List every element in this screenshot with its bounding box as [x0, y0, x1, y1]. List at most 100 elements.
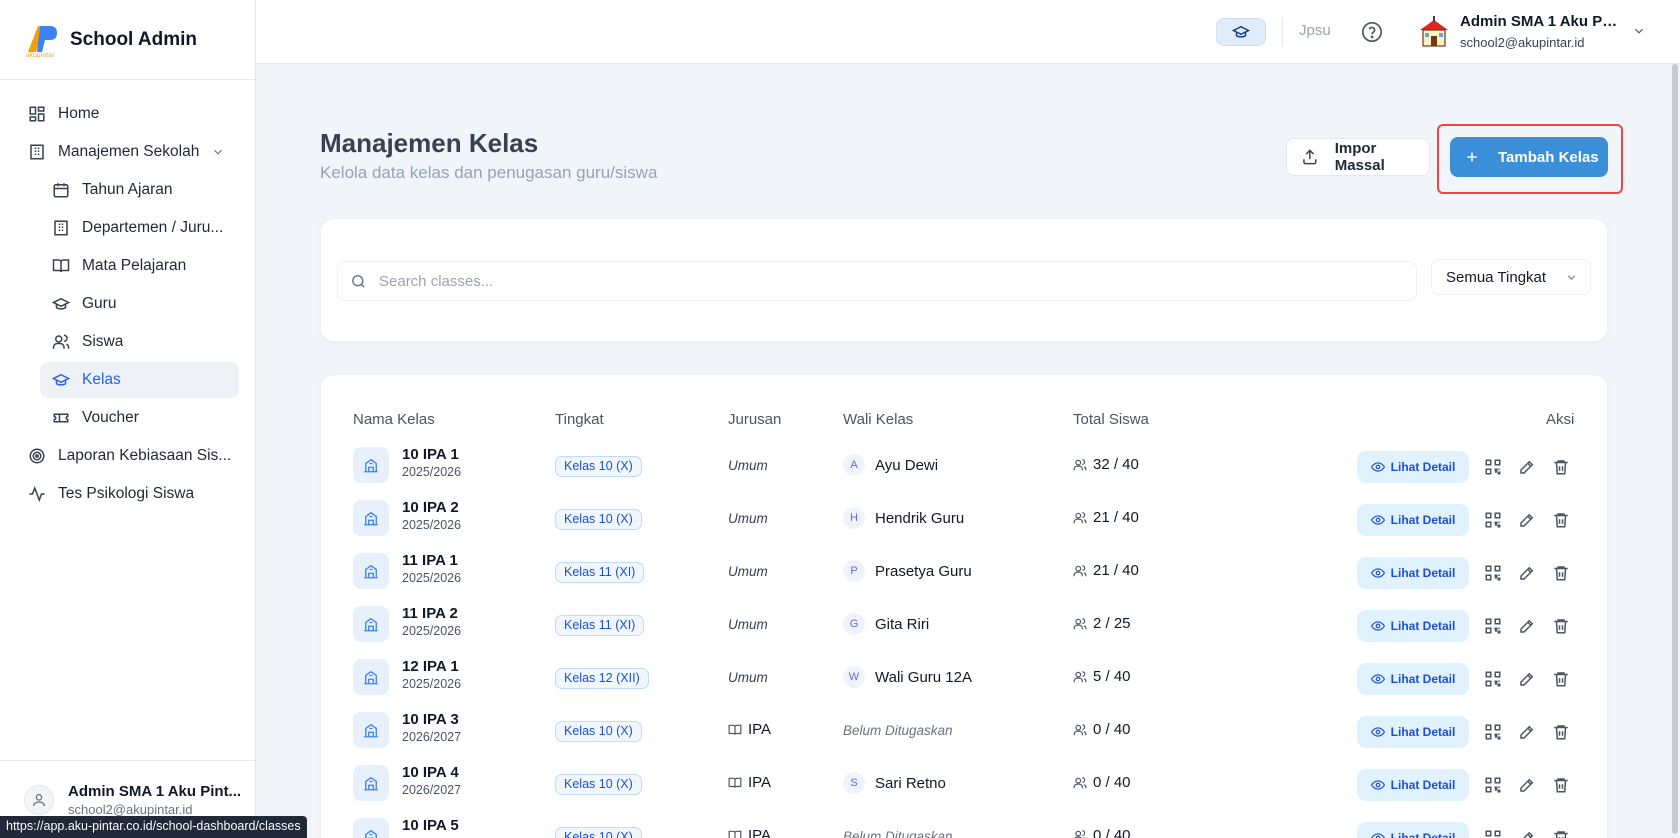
sidebar-item-departemen[interactable]: Departemen / Juru...	[40, 210, 239, 246]
delete-icon[interactable]	[1552, 670, 1570, 688]
total-siswa-value: 32 / 40	[1093, 456, 1139, 473]
brand[interactable]: akupintar School Admin	[0, 0, 255, 80]
users-icon	[1073, 776, 1093, 790]
edit-icon[interactable]	[1518, 564, 1536, 582]
table-row: 12 IPA 1 2025/2026 Kelas 12 (XII) Umum W Wali…	[321, 653, 1609, 706]
chevron-down-icon[interactable]	[1632, 24, 1646, 38]
lihat-detail-button[interactable]: Lihat Detail	[1357, 610, 1469, 642]
qr-code-icon[interactable]	[1484, 564, 1502, 582]
page-scrollbar[interactable]	[1672, 64, 1678, 834]
edit-icon[interactable]	[1518, 511, 1536, 529]
edit-icon[interactable]	[1518, 776, 1536, 794]
lihat-detail-button[interactable]: Lihat Detail	[1357, 716, 1469, 748]
qr-code-icon[interactable]	[1484, 829, 1502, 838]
wali-name: Prasetya Guru	[875, 562, 972, 580]
qr-code-icon[interactable]	[1484, 670, 1502, 688]
top-header: Jpsu Admin SMA 1 Aku Pint... school2@aku…	[256, 0, 1680, 64]
search-icon	[352, 274, 365, 288]
jurusan-label: IPA	[748, 827, 772, 838]
lihat-detail-button[interactable]: Lihat Detail	[1357, 769, 1469, 801]
class-icon	[353, 606, 389, 642]
edit-icon[interactable]	[1518, 617, 1536, 635]
sidebar-item-tahun-ajaran[interactable]: Tahun Ajaran	[40, 172, 239, 208]
sidebar-item-label: Home	[58, 105, 100, 122]
sidebar-item-kelas[interactable]: Kelas	[40, 362, 239, 398]
total-siswa-cell: 0 / 40	[1073, 721, 1131, 738]
table-row: 10 IPA 5 Kelas 10 (X) IPA Belum Ditugaskan 0…	[321, 812, 1609, 838]
column-header-total-siswa[interactable]: Total Siswa	[1073, 411, 1149, 428]
delete-icon[interactable]	[1552, 776, 1570, 794]
app-name: School Admin	[70, 28, 198, 50]
level-badge: Kelas 10 (X)	[555, 774, 642, 795]
delete-icon[interactable]	[1552, 511, 1570, 529]
table-row: 10 IPA 1 2025/2026 Kelas 10 (X) Umum A Ayu De…	[321, 441, 1609, 494]
jurusan-cell: Umum	[728, 458, 768, 473]
sidebar-item-home[interactable]: Home	[16, 96, 239, 132]
jurusan-label: IPA	[748, 774, 772, 791]
edit-icon[interactable]	[1518, 458, 1536, 476]
sidebar-item-guru[interactable]: Guru	[40, 286, 239, 322]
qr-code-icon[interactable]	[1484, 617, 1502, 635]
wali-kelas-cell: H Hendrik Guru	[843, 507, 964, 529]
lihat-detail-button[interactable]: Lihat Detail	[1357, 557, 1469, 589]
qr-code-icon[interactable]	[1484, 458, 1502, 476]
sidebar-item-label: Tes Psikologi Siswa	[58, 485, 195, 502]
sidebar-item-tes-psikologi[interactable]: Tes Psikologi Siswa	[16, 476, 239, 512]
lihat-detail-label: Lihat Detail	[1390, 566, 1456, 580]
class-name: 10 IPA 3	[402, 711, 459, 728]
wali-kelas-cell: Belum Ditugaskan	[843, 723, 953, 738]
wali-avatar: H	[843, 507, 865, 529]
lihat-detail-button[interactable]: Lihat Detail	[1357, 822, 1469, 838]
jurusan-cell: Umum	[728, 617, 768, 632]
lihat-detail-button[interactable]: Lihat Detail	[1357, 504, 1469, 536]
delete-icon[interactable]	[1552, 723, 1570, 741]
sidebar-item-laporan-kebiasaan[interactable]: Laporan Kebiasaan Sis...	[16, 438, 239, 474]
impor-massal-button[interactable]: Impor Massal	[1286, 138, 1430, 176]
sidebar-item-label: Departemen / Juru...	[82, 219, 224, 236]
role-switch-button[interactable]	[1216, 18, 1266, 46]
eye-icon	[1370, 566, 1391, 580]
total-siswa-cell: 32 / 40	[1073, 456, 1139, 473]
help-icon[interactable]	[1361, 21, 1383, 43]
header-user-name[interactable]: Admin SMA 1 Aku Pint...	[1460, 13, 1620, 30]
delete-icon[interactable]	[1552, 617, 1570, 635]
class-name: 10 IPA 2	[402, 499, 459, 516]
search-input[interactable]	[379, 272, 1279, 290]
level-badge: Kelas 11 (XI)	[555, 562, 645, 583]
chevron-down-icon	[1567, 274, 1576, 280]
org-short-name[interactable]: Jpsu	[1299, 22, 1331, 39]
wali-name: Ayu Dewi	[875, 456, 939, 474]
avatar	[24, 784, 54, 815]
column-header-nama-kelas[interactable]: Nama Kelas	[353, 411, 435, 428]
eye-icon	[1370, 831, 1391, 838]
school-avatar[interactable]	[1416, 14, 1452, 50]
sidebar-item-label: Siswa	[82, 333, 124, 350]
qr-code-icon[interactable]	[1484, 511, 1502, 529]
column-header-jurusan[interactable]: Jurusan	[728, 411, 781, 428]
sidebar-item-manajemen-sekolah[interactable]: Manajemen Sekolah	[16, 134, 239, 170]
lihat-detail-button[interactable]: Lihat Detail	[1357, 663, 1469, 695]
sidebar-item-label: Mata Pelajaran	[82, 257, 187, 274]
delete-icon[interactable]	[1552, 829, 1570, 838]
sidebar-item-voucher[interactable]: Voucher	[40, 400, 239, 436]
level-filter-select[interactable]: Semua Tingkat	[1431, 259, 1591, 295]
qr-code-icon[interactable]	[1484, 723, 1502, 741]
class-icon	[353, 712, 389, 748]
column-header-tingkat[interactable]: Tingkat	[555, 411, 604, 428]
edit-icon[interactable]	[1518, 670, 1536, 688]
status-bar-url: https://app.aku-pintar.co.id/school-dash…	[0, 816, 307, 838]
delete-icon[interactable]	[1552, 458, 1570, 476]
delete-icon[interactable]	[1552, 564, 1570, 582]
qr-code-icon[interactable]	[1484, 776, 1502, 794]
sidebar-item-label: Guru	[82, 295, 117, 312]
column-header-wali-kelas[interactable]: Wali Kelas	[843, 411, 913, 428]
edit-icon[interactable]	[1518, 829, 1536, 838]
sidebar-item-mata-pelajaran[interactable]: Mata Pelajaran	[40, 248, 239, 284]
edit-icon[interactable]	[1518, 723, 1536, 741]
sidebar-item-siswa[interactable]: Siswa	[40, 324, 239, 360]
tambah-kelas-button[interactable]: Tambah Kelas	[1450, 137, 1608, 177]
users-icon	[1073, 458, 1093, 472]
search-box[interactable]	[337, 261, 1417, 301]
lihat-detail-button[interactable]: Lihat Detail	[1357, 451, 1469, 483]
sidebar-user-name: Admin SMA 1 Aku Pint...	[68, 782, 242, 800]
